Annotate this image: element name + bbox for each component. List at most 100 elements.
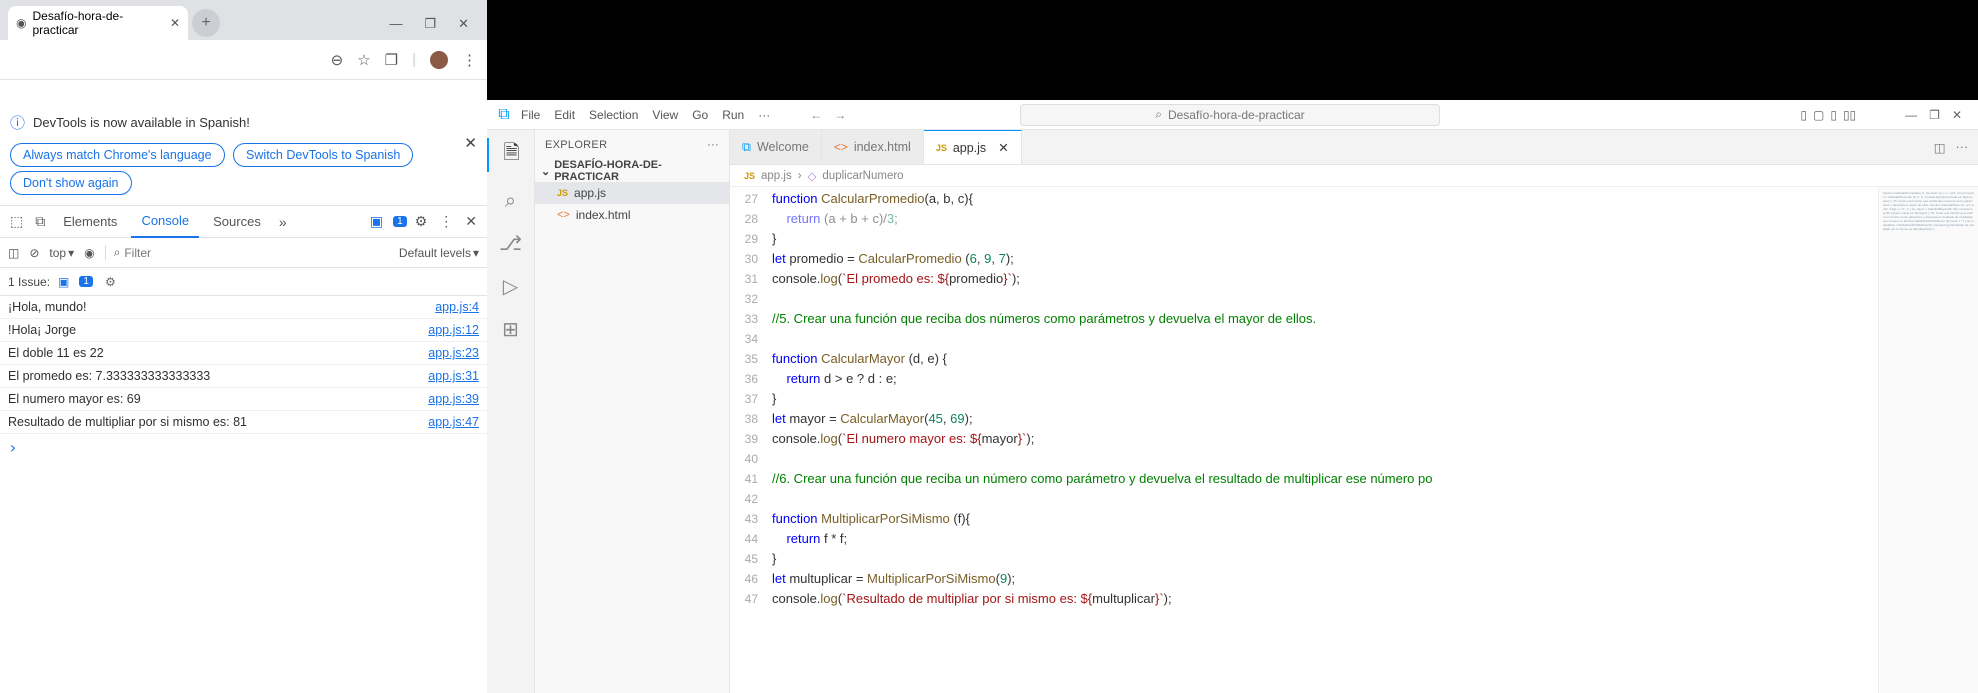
code-line[interactable]: 44 return f * f; <box>730 529 1878 549</box>
console-filter-input[interactable] <box>124 246 194 260</box>
code-line[interactable]: 41//6. Crear una función que reciba un n… <box>730 469 1878 489</box>
browser-tab[interactable]: ◉ Desafío-hora-de-practicar ✕ <box>8 6 188 40</box>
log-source-link[interactable]: app.js:47 <box>428 415 479 429</box>
breadcrumb[interactable]: JS app.js › ◇ duplicarNumero <box>730 165 1978 187</box>
more-tabs-icon[interactable]: » <box>275 214 291 230</box>
devtools-close-icon[interactable]: ✕ <box>461 213 481 230</box>
tab-sources[interactable]: Sources <box>203 206 271 238</box>
layout-icon-0[interactable]: ▯ <box>1800 108 1807 122</box>
console-prompt[interactable]: › <box>0 434 487 461</box>
bookmark-star-icon[interactable]: ☆ <box>357 51 370 69</box>
explorer-folder[interactable]: ⌄ DESAFÍO-HORA-DE-PRACTICAR <box>535 160 729 182</box>
issues-gear-icon[interactable]: ⚙ <box>105 275 116 289</box>
log-levels-selector[interactable]: Default levels▾ <box>399 246 479 260</box>
code-line[interactable]: 39console.log(`El numero mayor es: ${may… <box>730 429 1878 449</box>
command-center[interactable]: ⌕ Desafío-hora-de-practicar <box>1020 104 1440 126</box>
minimap[interactable]: function CalcularPromedio(a, b, c){ retu… <box>1878 187 1978 693</box>
menu-run[interactable]: Run <box>722 108 744 122</box>
js-file-icon: JS <box>744 171 755 181</box>
menu-file[interactable]: File <box>521 108 540 122</box>
tab-elements[interactable]: Elements <box>53 206 127 238</box>
menu-view[interactable]: View <box>652 108 678 122</box>
editor-tab[interactable]: JSapp.js✕ <box>924 130 1022 164</box>
window-close-button[interactable]: ✕ <box>458 16 469 32</box>
code-line[interactable]: 37} <box>730 389 1878 409</box>
log-source-link[interactable]: app.js:12 <box>428 323 479 337</box>
code-line[interactable]: 34 <box>730 329 1878 349</box>
editor-more-icon[interactable]: ··· <box>1956 140 1969 154</box>
profile-avatar[interactable] <box>430 51 448 69</box>
code-line[interactable]: 31console.log(`El promedo es: ${promedio… <box>730 269 1878 289</box>
log-source-link[interactable]: app.js:39 <box>428 392 479 406</box>
window-maximize-button[interactable]: ❐ <box>1929 108 1940 122</box>
close-tab-icon[interactable]: ✕ <box>170 16 180 30</box>
live-expression-icon[interactable]: ◉ <box>84 246 94 260</box>
activity-debug-icon[interactable]: ▷ <box>503 274 518 299</box>
clear-console-icon[interactable]: ⊘ <box>29 246 39 260</box>
code-editor[interactable]: 27function CalcularPromedio(a, b, c){28 … <box>730 187 1878 693</box>
context-selector[interactable]: top▾ <box>49 246 74 260</box>
code-line[interactable]: 40 <box>730 449 1878 469</box>
log-source-link[interactable]: app.js:31 <box>428 369 479 383</box>
zoom-icon[interactable]: ⊖ <box>331 51 344 69</box>
layout-icon-1[interactable]: ▢ <box>1813 108 1824 122</box>
sidebar-toggle-icon[interactable]: ◫ <box>8 246 19 260</box>
activity-extensions-icon[interactable]: ⊞ <box>502 317 519 342</box>
settings-gear-icon[interactable]: ⚙ <box>411 213 432 230</box>
menu-go[interactable]: Go <box>692 108 708 122</box>
window-minimize-button[interactable]: — <box>389 16 402 32</box>
code-line[interactable]: 42 <box>730 489 1878 509</box>
extensions-icon[interactable]: ❐ <box>385 51 398 69</box>
code-line[interactable]: 43function MultiplicarPorSiMismo (f){ <box>730 509 1878 529</box>
explorer-more-icon[interactable]: ··· <box>707 139 719 151</box>
editor-tab[interactable]: ⧉Welcome <box>730 130 822 164</box>
menu-edit[interactable]: Edit <box>554 108 575 122</box>
code-line[interactable]: 38let mayor = CalcularMayor(45, 69); <box>730 409 1878 429</box>
nav-back-icon[interactable]: ← <box>810 108 822 122</box>
devtools-menu-icon[interactable]: ⋮ <box>435 213 457 230</box>
code-line[interactable]: 29} <box>730 229 1878 249</box>
window-minimize-button[interactable]: — <box>1905 108 1917 122</box>
chrome-menu-icon[interactable]: ⋮ <box>462 51 477 69</box>
log-source-link[interactable]: app.js:23 <box>428 346 479 360</box>
layout-icon-3[interactable]: ▯▯ <box>1843 108 1856 122</box>
new-tab-button[interactable]: + <box>192 9 220 37</box>
issues-row[interactable]: 1 Issue: ▣ 1 ⚙ <box>0 268 487 296</box>
activity-explorer-icon[interactable]: 🗎 <box>487 138 534 172</box>
device-toggle-icon[interactable]: ⧉ <box>31 213 49 230</box>
issues-icon[interactable]: ▣ <box>366 213 387 230</box>
code-line[interactable]: 47console.log(`Resultado de multipliar p… <box>730 589 1878 609</box>
log-source-link[interactable]: app.js:4 <box>435 300 479 314</box>
nav-forward-icon[interactable]: → <box>834 108 846 122</box>
inspect-icon[interactable]: ⬚ <box>6 213 27 230</box>
code-line[interactable]: 30let promedio = CalcularPromedio (6, 9,… <box>730 249 1878 269</box>
activity-source-control-icon[interactable]: ⎇ <box>499 231 522 256</box>
close-tab-icon[interactable]: ✕ <box>998 140 1008 155</box>
chip-switch-spanish[interactable]: Switch DevTools to Spanish <box>233 143 413 167</box>
notice-close-icon[interactable]: ✕ <box>464 134 477 152</box>
code-line[interactable]: 45} <box>730 549 1878 569</box>
window-close-button[interactable]: ✕ <box>1952 108 1962 122</box>
layout-icon-2[interactable]: ▯ <box>1830 108 1837 122</box>
code-line[interactable]: 46let multuplicar = MultiplicarPorSiMism… <box>730 569 1878 589</box>
activity-search-icon[interactable]: ⌕ <box>505 190 516 213</box>
editor-area: ⧉Welcome<>index.htmlJSapp.js✕ ◫ ··· JS app… <box>730 130 1978 693</box>
console-log-row: El doble 11 es 22app.js:23 <box>0 342 487 365</box>
window-maximize-button[interactable]: ❐ <box>424 16 436 32</box>
code-line[interactable]: 36 return d > e ? d : e; <box>730 369 1878 389</box>
split-editor-icon[interactable]: ◫ <box>1934 140 1946 155</box>
code-line[interactable]: 27function CalcularPromedio(a, b, c){ <box>730 189 1878 209</box>
explorer-file[interactable]: JSapp.js <box>535 182 729 204</box>
code-line[interactable]: 32 <box>730 289 1878 309</box>
menu-selection[interactable]: Selection <box>589 108 638 122</box>
code-line[interactable]: 28 return (a + b + c)/3; <box>730 209 1878 229</box>
tab-console[interactable]: Console <box>131 206 199 238</box>
editor-tab[interactable]: <>index.html <box>822 130 924 164</box>
menu-···[interactable]: ··· <box>758 108 770 122</box>
chip-match-language[interactable]: Always match Chrome's language <box>10 143 225 167</box>
code-line[interactable]: 33//5. Crear una función que reciba dos … <box>730 309 1878 329</box>
code-line[interactable]: 35function CalcularMayor (d, e) { <box>730 349 1878 369</box>
chip-dont-show[interactable]: Don't show again <box>10 171 132 195</box>
explorer-file[interactable]: <>index.html <box>535 204 729 226</box>
tab-label: index.html <box>854 140 911 154</box>
